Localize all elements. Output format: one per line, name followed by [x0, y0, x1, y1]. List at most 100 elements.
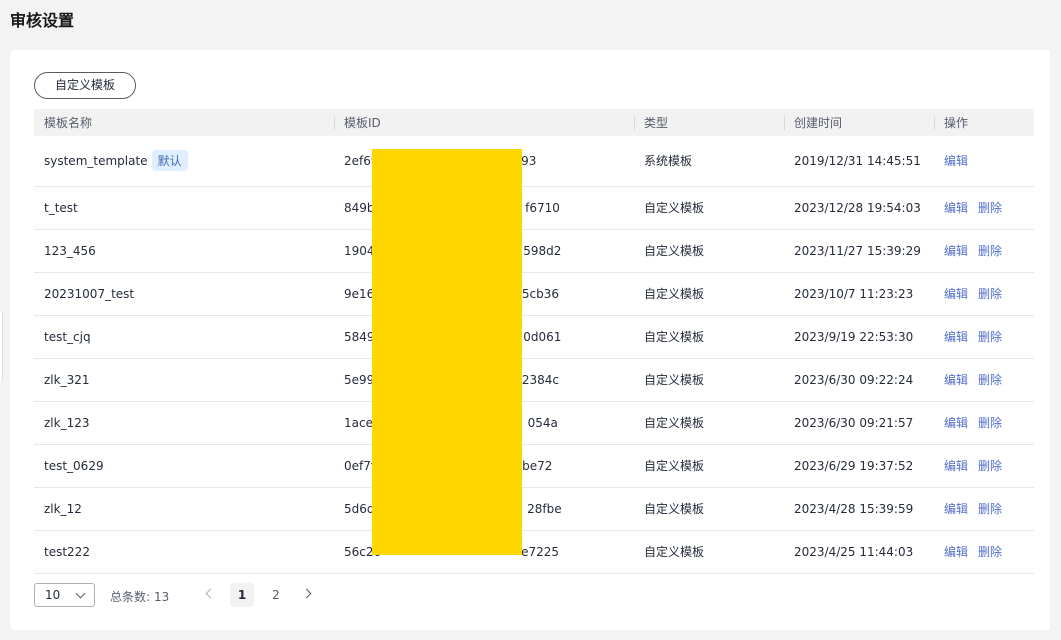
template-name: 123_456 — [44, 243, 96, 258]
actions-cell: 编辑 删除 — [934, 401, 1034, 444]
total-count: 总条数: 13 — [110, 588, 169, 605]
edit-link[interactable]: 编辑 — [944, 244, 968, 258]
template-type: 自定义模板 — [644, 244, 705, 258]
header-id: 模板ID — [334, 109, 634, 136]
header-actions: 操作 — [934, 109, 1034, 136]
delete-link[interactable]: 删除 — [978, 416, 1002, 430]
actions-cell: 编辑 删除 — [934, 444, 1034, 487]
template-name: 20231007_test — [44, 286, 135, 301]
header-type: 类型 — [634, 109, 784, 136]
chevron-right-icon[interactable] — [301, 588, 312, 599]
template-table: 模板名称 模板ID 类型 创建时间 操作 system_template 默认 2… — [34, 109, 1034, 574]
actions-cell: 编辑 删除 — [934, 530, 1034, 573]
table-row: system_template默认 2ef699e193 系统模板 2019/1… — [34, 136, 1034, 186]
template-id-suffix: be72 — [522, 458, 553, 473]
template-created: 2023/12/28 19:54:03 — [794, 200, 921, 215]
table-row: test222 56c2c e7225 自定义模板 2023/4/25 11:44… — [34, 530, 1034, 573]
template-name: system_template — [44, 154, 148, 169]
header-created-label: 创建时间 — [794, 116, 843, 130]
table-header-row: 模板名称 模板ID 类型 创建时间 操作 — [34, 109, 1034, 136]
template-id-suffix: 598d2 — [523, 243, 562, 258]
edit-link[interactable]: 编辑 — [944, 330, 968, 344]
delete-link[interactable]: 删除 — [978, 545, 1002, 559]
column-separator — [334, 116, 335, 130]
template-type: 自定义模板 — [644, 459, 705, 473]
delete-link[interactable]: 删除 — [978, 373, 1002, 387]
header-type-label: 类型 — [644, 116, 669, 130]
page-1-button[interactable]: 1 — [230, 583, 254, 607]
template-created: 2019/12/31 14:45:51 — [794, 153, 921, 168]
table-row: zlk_123 1ace0 054a 自定义模板 2023/6/30 09:21:… — [34, 401, 1034, 444]
template-created: 2023/11/27 15:39:29 — [794, 243, 921, 258]
edit-link[interactable]: 编辑 — [944, 502, 968, 516]
pagination: 10 总条数: 13 1 2 — [34, 583, 434, 607]
template-type: 自定义模板 — [644, 416, 705, 430]
total-value: 13 — [154, 590, 170, 604]
edit-link[interactable]: 编辑 — [944, 373, 968, 387]
delete-link[interactable]: 删除 — [978, 287, 1002, 301]
actions-cell: 编辑 删除 — [934, 315, 1034, 358]
left-edge-handle — [0, 312, 3, 380]
scrollbar-gutter — [1050, 50, 1061, 630]
template-created: 2023/6/30 09:22:24 — [794, 372, 914, 387]
template-created: 2023/6/30 09:21:57 — [794, 415, 914, 430]
template-type: 自定义模板 — [644, 330, 705, 344]
header-name: 模板名称 — [44, 116, 93, 130]
actions-cell: 编辑 删除 — [934, 229, 1034, 272]
delete-link[interactable]: 删除 — [978, 201, 1002, 215]
template-list-card: 自定义模板 模板名称 模板ID 类型 创建时间 操作 system_templa… — [10, 50, 1057, 630]
edit-link[interactable]: 编辑 — [944, 416, 968, 430]
template-name-cell: system_template 默认 — [34, 136, 334, 186]
template-id-suffix: 0d061 — [523, 329, 562, 344]
template-created: 2023/4/25 11:44:03 — [794, 544, 914, 559]
actions-cell: 编辑 删除 — [934, 358, 1034, 401]
page-size-select[interactable]: 10 — [34, 583, 95, 607]
template-name: t_test — [44, 200, 78, 215]
page-2-button[interactable]: 2 — [264, 583, 288, 607]
template-id-suffix: 2384c — [521, 372, 560, 387]
template-name: zlk_321 — [44, 372, 90, 387]
table-row: zlk_321 5e99c 2384c 自定义模板 2023/6/30 09:22… — [34, 358, 1034, 401]
edit-link[interactable]: 编辑 — [944, 545, 968, 559]
header-created: 创建时间 — [784, 109, 934, 136]
edit-link[interactable]: 编辑 — [944, 287, 968, 301]
column-separator — [634, 116, 635, 130]
delete-link[interactable]: 删除 — [978, 244, 1002, 258]
template-type: 自定义模板 — [644, 373, 705, 387]
template-name: zlk_123 — [44, 415, 90, 430]
delete-link[interactable]: 删除 — [978, 330, 1002, 344]
template-type: 自定义模板 — [644, 545, 705, 559]
column-separator — [934, 116, 935, 130]
custom-template-button[interactable]: 自定义模板 — [34, 72, 136, 99]
template-created: 2023/6/29 19:37:52 — [794, 458, 914, 473]
template-created: 2023/4/28 15:39:59 — [794, 501, 914, 516]
chevron-down-icon — [75, 588, 86, 599]
delete-link[interactable]: 删除 — [978, 459, 1002, 473]
table-row: 20231007_test 9e16c 5cb36 自定义模板 2023/10/7… — [34, 272, 1034, 315]
template-id-suffix: 5cb36 — [521, 286, 560, 301]
header-actions-label: 操作 — [944, 116, 969, 130]
edit-link[interactable]: 编辑 — [944, 459, 968, 473]
template-id-suffix: e7225 — [521, 544, 560, 559]
chevron-left-icon[interactable] — [205, 588, 216, 599]
template-type: 自定义模板 — [644, 201, 705, 215]
template-created: 2023/10/7 11:23:23 — [794, 286, 914, 301]
table-row: 123_456 19046 598d2 自定义模板 2023/11/27 15:3… — [34, 229, 1034, 272]
template-name: test_cjq — [44, 329, 91, 344]
template-type: 系统模板 — [644, 154, 693, 169]
template-name: test222 — [44, 544, 90, 559]
actions-cell: 编辑 删除 — [934, 272, 1034, 315]
template-id-prefix: 0ef7f — [344, 458, 376, 473]
template-type: 自定义模板 — [644, 287, 705, 301]
delete-link[interactable]: 删除 — [978, 502, 1002, 516]
edit-link[interactable]: 编辑 — [944, 201, 968, 215]
header-id-label: 模板ID — [344, 116, 381, 130]
table-row: test_0629 0ef7f be72 自定义模板 2023/6/29 19:3… — [34, 444, 1034, 487]
template-name: test_0629 — [44, 458, 104, 473]
template-created: 2023/9/19 22:53:30 — [794, 329, 914, 344]
table-row: zlk_12 5d6d4 28fbe 自定义模板 2023/4/28 15:39:… — [34, 487, 1034, 530]
actions-cell: 编辑 — [934, 136, 1034, 186]
template-name: zlk_12 — [44, 501, 82, 516]
edit-link[interactable]: 编辑 — [944, 154, 968, 168]
template-type: 自定义模板 — [644, 502, 705, 516]
